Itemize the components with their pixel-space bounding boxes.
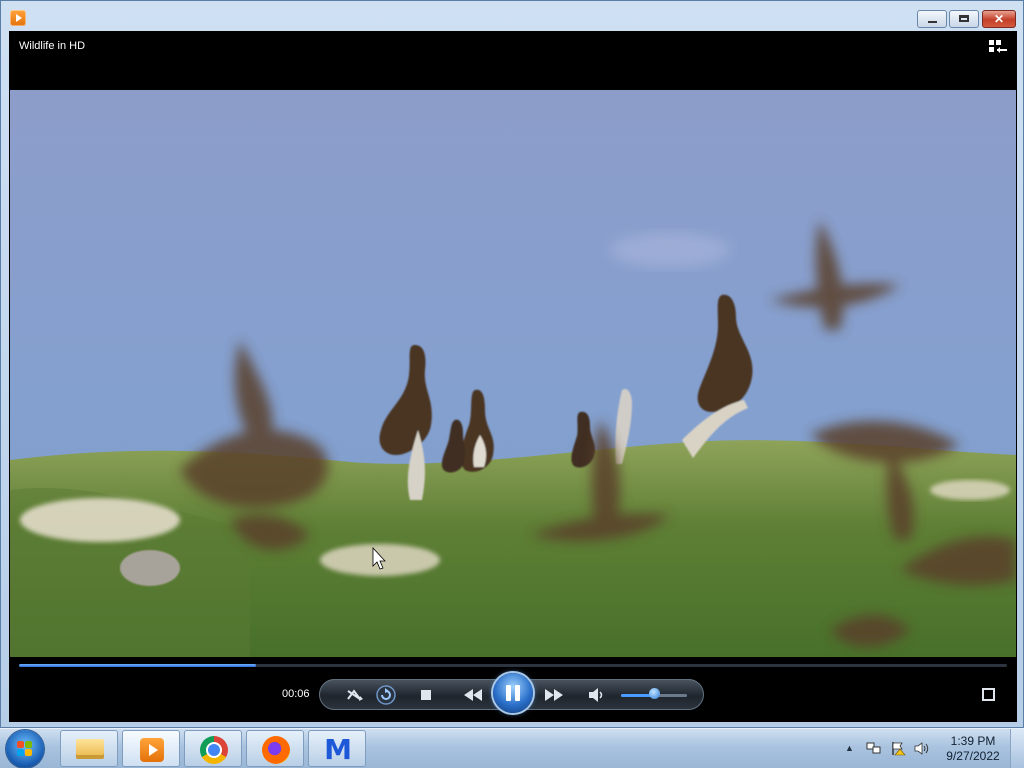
action-center-flag-icon[interactable] (891, 741, 906, 756)
show-desktop-button[interactable] (1010, 729, 1024, 768)
taskbar-firefox[interactable] (246, 730, 304, 767)
close-button[interactable]: ✕ (982, 10, 1016, 28)
folder-icon (76, 739, 104, 759)
maximize-icon (959, 15, 969, 22)
seek-bar[interactable] (19, 664, 1007, 667)
shuffle-icon[interactable] (344, 684, 366, 706)
chrome-icon (200, 736, 228, 764)
player-area: Wildlife in HD 00:06 (9, 31, 1017, 722)
minimize-button[interactable] (917, 10, 947, 28)
title-bar[interactable]: ✕ (1, 1, 1023, 31)
clock-date: 9/27/2022 (946, 749, 1000, 763)
seek-progress (19, 664, 257, 667)
clock-time: 1:39 PM (950, 734, 996, 748)
video-title: Wildlife in HD (19, 40, 86, 52)
pause-button[interactable] (493, 673, 533, 713)
stop-icon[interactable] (415, 684, 437, 706)
firefox-icon (262, 736, 290, 764)
media-player-icon (140, 738, 164, 762)
taskbar-windows-media-player[interactable] (122, 730, 180, 767)
elapsed-time: 00:06 (282, 688, 310, 700)
windows-logo-icon (17, 741, 33, 757)
previous-icon[interactable] (460, 684, 486, 706)
speaker-icon[interactable] (585, 684, 607, 706)
malwarebytes-icon: M (324, 733, 352, 766)
video-frame[interactable] (10, 90, 1016, 657)
taskbar-google-chrome[interactable] (184, 730, 242, 767)
media-player-window: ✕ Wildlife in HD 00:06 (0, 0, 1024, 728)
maximize-button[interactable] (949, 10, 979, 28)
repeat-icon[interactable] (375, 684, 397, 706)
taskbar-malwarebytes[interactable]: M (308, 730, 366, 767)
volume-thumb[interactable] (649, 688, 660, 699)
next-icon[interactable] (541, 684, 567, 706)
minimize-icon (928, 21, 937, 23)
start-button[interactable] (6, 730, 44, 768)
volume-tray-icon[interactable] (914, 741, 929, 756)
taskbar: M ▲ 1:39 PM 9/27/2022 (0, 728, 1024, 768)
system-clock[interactable]: 1:39 PM 9/27/2022 (940, 734, 1006, 764)
pause-icon (506, 685, 511, 701)
show-hidden-icons-icon[interactable]: ▲ (845, 743, 854, 753)
media-player-app-icon[interactable] (10, 10, 26, 26)
fullscreen-icon[interactable] (982, 688, 995, 701)
close-icon: ✕ (993, 12, 1005, 26)
taskbar-windows-explorer[interactable] (60, 730, 118, 767)
switch-to-library-icon[interactable] (989, 40, 1007, 54)
network-icon[interactable] (866, 741, 881, 756)
